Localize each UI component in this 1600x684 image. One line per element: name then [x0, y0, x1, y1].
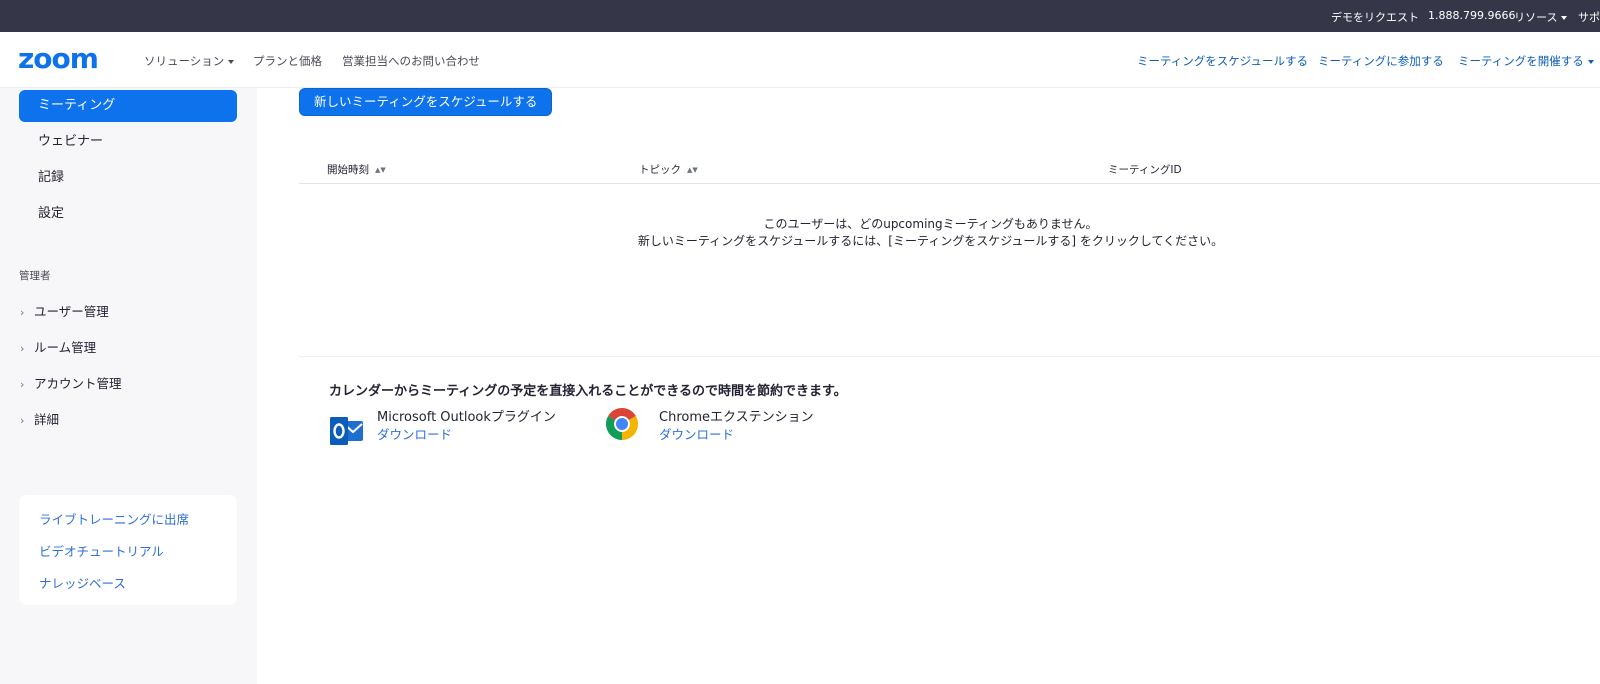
sidebar-item-label: ルーム管理 [34, 340, 97, 355]
knowledge-base-link[interactable]: ナレッジベース [39, 573, 126, 592]
resources-menu[interactable]: リソース [1514, 9, 1568, 25]
outlook-plugin-name: Microsoft Outlookプラグイン [377, 410, 556, 425]
main-header: zoom ソリューション プランと価格 営業担当へのお問い合わせ ミーティングを… [0, 32, 1600, 88]
column-header-label: 開始時刻 [327, 164, 369, 176]
chevron-down-icon [228, 59, 235, 64]
sort-icon: ▲▼ [375, 166, 386, 174]
sidebar-item-label: 詳細 [34, 412, 60, 427]
sidebar-item-account-management[interactable]: › アカウント管理 [20, 373, 122, 392]
chevron-right-icon: › [20, 414, 25, 427]
column-header-meeting-id: ミーティングID [1108, 164, 1182, 176]
sidebar-item-label: ユーザー管理 [34, 304, 109, 319]
resources-label: リソース [1514, 11, 1558, 24]
sidebar-item-room-management[interactable]: › ルーム管理 [20, 337, 96, 356]
sidebar-item-advanced[interactable]: › 詳細 [20, 409, 59, 428]
sort-icon: ▲▼ [687, 166, 698, 174]
help-links-card: ライブトレーニングに出席 ビデオチュートリアル ナレッジベース [19, 495, 237, 605]
live-training-link[interactable]: ライブトレーニングに出席 [39, 509, 189, 528]
sidebar-item-recordings[interactable]: 記録 [19, 162, 237, 194]
chevron-right-icon: › [20, 378, 25, 391]
schedule-new-meeting-button[interactable]: 新しいミーティングをスケジュールする [299, 88, 553, 116]
column-header-start-time[interactable]: 開始時刻 ▲▼ [327, 162, 386, 177]
chevron-down-icon [1561, 16, 1568, 20]
admin-section-label: 管理者 [19, 270, 51, 282]
nav-solutions-label: ソリューション [144, 54, 225, 68]
join-meeting-link[interactable]: ミーティングに参加する [1318, 53, 1444, 69]
section-divider [299, 356, 1600, 357]
schedule-meeting-link[interactable]: ミーティングをスケジュールする [1137, 53, 1308, 69]
demo-request-link[interactable]: デモをリクエスト [1331, 9, 1419, 25]
top-bar: デモをリクエスト 1.888.799.9666 リソース サポ [0, 0, 1600, 32]
chrome-icon [605, 408, 639, 440]
column-header-topic[interactable]: トピック ▲▼ [639, 162, 698, 177]
outlook-download-link[interactable]: ダウンロード [377, 424, 452, 443]
column-header-label: トピック [639, 164, 681, 176]
outlook-icon [330, 417, 363, 445]
nav-plans[interactable]: プランと価格 [253, 53, 322, 69]
table-divider [299, 183, 1600, 184]
sidebar-item-label: アカウント管理 [34, 376, 122, 391]
sidebar-item-webinars[interactable]: ウェビナー [19, 126, 237, 158]
empty-state-line2: 新しいミーティングをスケジュールするには、[ミーティングをスケジュールする] を… [637, 234, 1224, 248]
main-content: 新しいミーティングをスケジュールする 開始時刻 ▲▼ トピック ▲▼ ミーティングI… [257, 88, 1600, 684]
calendar-plugins-title: カレンダーからミーティングの予定を直接入れることができるので時間を節約できます。 [329, 384, 847, 399]
video-tutorials-link[interactable]: ビデオチュートリアル [39, 541, 164, 560]
chrome-download-link[interactable]: ダウンロード [659, 424, 734, 443]
chrome-extension-name: Chromeエクステンション [659, 410, 814, 425]
support-link[interactable]: サポ [1578, 9, 1600, 25]
sidebar-item-meetings[interactable]: ミーティング [19, 90, 237, 122]
chevron-right-icon: › [20, 306, 25, 319]
host-meeting-menu[interactable]: ミーティングを開催する [1458, 53, 1594, 69]
nav-solutions[interactable]: ソリューション [144, 53, 235, 69]
chevron-right-icon: › [20, 342, 25, 355]
nav-contact-sales[interactable]: 営業担当へのお問い合わせ [342, 53, 480, 69]
zoom-logo[interactable]: zoom [18, 44, 114, 74]
empty-state-line1: このユーザーは、どのupcomingミーティングもありません。 [763, 217, 1098, 231]
chevron-down-icon [1587, 59, 1594, 64]
sidebar-item-settings[interactable]: 設定 [19, 198, 237, 230]
host-meeting-label: ミーティングを開催する [1458, 54, 1584, 68]
phone-number[interactable]: 1.888.799.9666 [1428, 9, 1515, 22]
sidebar-item-user-management[interactable]: › ユーザー管理 [20, 301, 109, 320]
logo-text: zoom [18, 44, 98, 74]
